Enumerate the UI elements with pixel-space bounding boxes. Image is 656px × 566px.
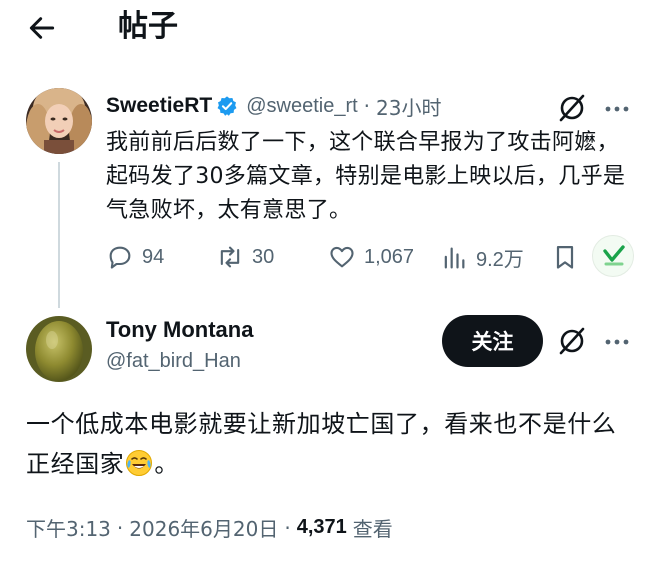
separator-dot: · [284, 515, 291, 540]
tweet-header: SweetieRT @sweetie_rt · 23小时 [106, 92, 441, 120]
retweet-icon [220, 246, 240, 268]
heart-icon [330, 246, 354, 268]
grok-summary-badge[interactable] [592, 235, 634, 277]
user-handle[interactable]: @fat_bird_Han [106, 350, 241, 373]
grok-icon[interactable] [556, 92, 588, 124]
arrow-left-icon[interactable] [26, 12, 58, 44]
separator-dot: · [116, 515, 124, 540]
avatar[interactable] [26, 316, 92, 382]
reply-count: 94 [142, 245, 165, 268]
bookmark-button[interactable] [551, 243, 579, 271]
like-button[interactable]: 1,067 [328, 243, 414, 271]
tweet-text: 一个低成本电影就要让新加坡亡国了，看来也不是什么正经国家 。 [26, 404, 638, 484]
grok-icon[interactable] [556, 325, 588, 357]
retweet-count: 30 [252, 245, 275, 268]
more-options-icon[interactable] [604, 329, 630, 355]
follow-button[interactable]: 关注 [442, 315, 543, 367]
top-bar: 帖子 [0, 0, 656, 56]
thread-line [58, 162, 60, 308]
like-count: 1,067 [364, 245, 415, 268]
bookmark-icon [556, 245, 574, 269]
view-count: 9.2万 [476, 249, 524, 271]
checkmark-icon [603, 245, 625, 266]
user-handle[interactable]: @sweetie_rt [246, 95, 357, 118]
view-count: 4,371 [296, 516, 347, 538]
display-name[interactable]: Tony Montana [106, 317, 253, 343]
views-button[interactable]: 9.2万 [440, 243, 524, 272]
tweet-actions: 94 30 1,067 9.2万 [0, 243, 656, 283]
tweet-text-part: 。 [154, 450, 180, 478]
tweet-meta: 下午3:13 · 2026年6月20日 · 4,371 查看 [26, 513, 393, 542]
page-title: 帖子 [118, 9, 178, 44]
reply-button[interactable]: 94 [106, 243, 164, 271]
reply-icon [109, 246, 131, 269]
avatar[interactable] [26, 88, 92, 154]
bar-chart-icon [444, 247, 465, 268]
more-options-icon[interactable] [604, 96, 630, 122]
face-with-tears-of-joy-icon [126, 450, 153, 476]
retweet-button[interactable]: 30 [216, 243, 274, 271]
tweet-date[interactable]: 2026年6月20日 [129, 513, 278, 542]
tweet-text: 我前前后后数了一下，这个联合早报为了攻击阿嬷，起码发了30多篇文章，特别是电影上… [106, 130, 626, 223]
timestamp[interactable]: 23小时 [376, 92, 441, 121]
separator-dot: · [363, 94, 371, 118]
tweet-text-part: 一个低成本电影就要让新加坡亡国了，看来也不是什么正经国家 [26, 410, 617, 478]
tweet-time[interactable]: 下午3:13 [26, 513, 111, 542]
display-name[interactable]: SweetieRT [106, 94, 212, 118]
views-label: 查看 [352, 517, 393, 541]
verified-badge-icon [217, 96, 237, 116]
